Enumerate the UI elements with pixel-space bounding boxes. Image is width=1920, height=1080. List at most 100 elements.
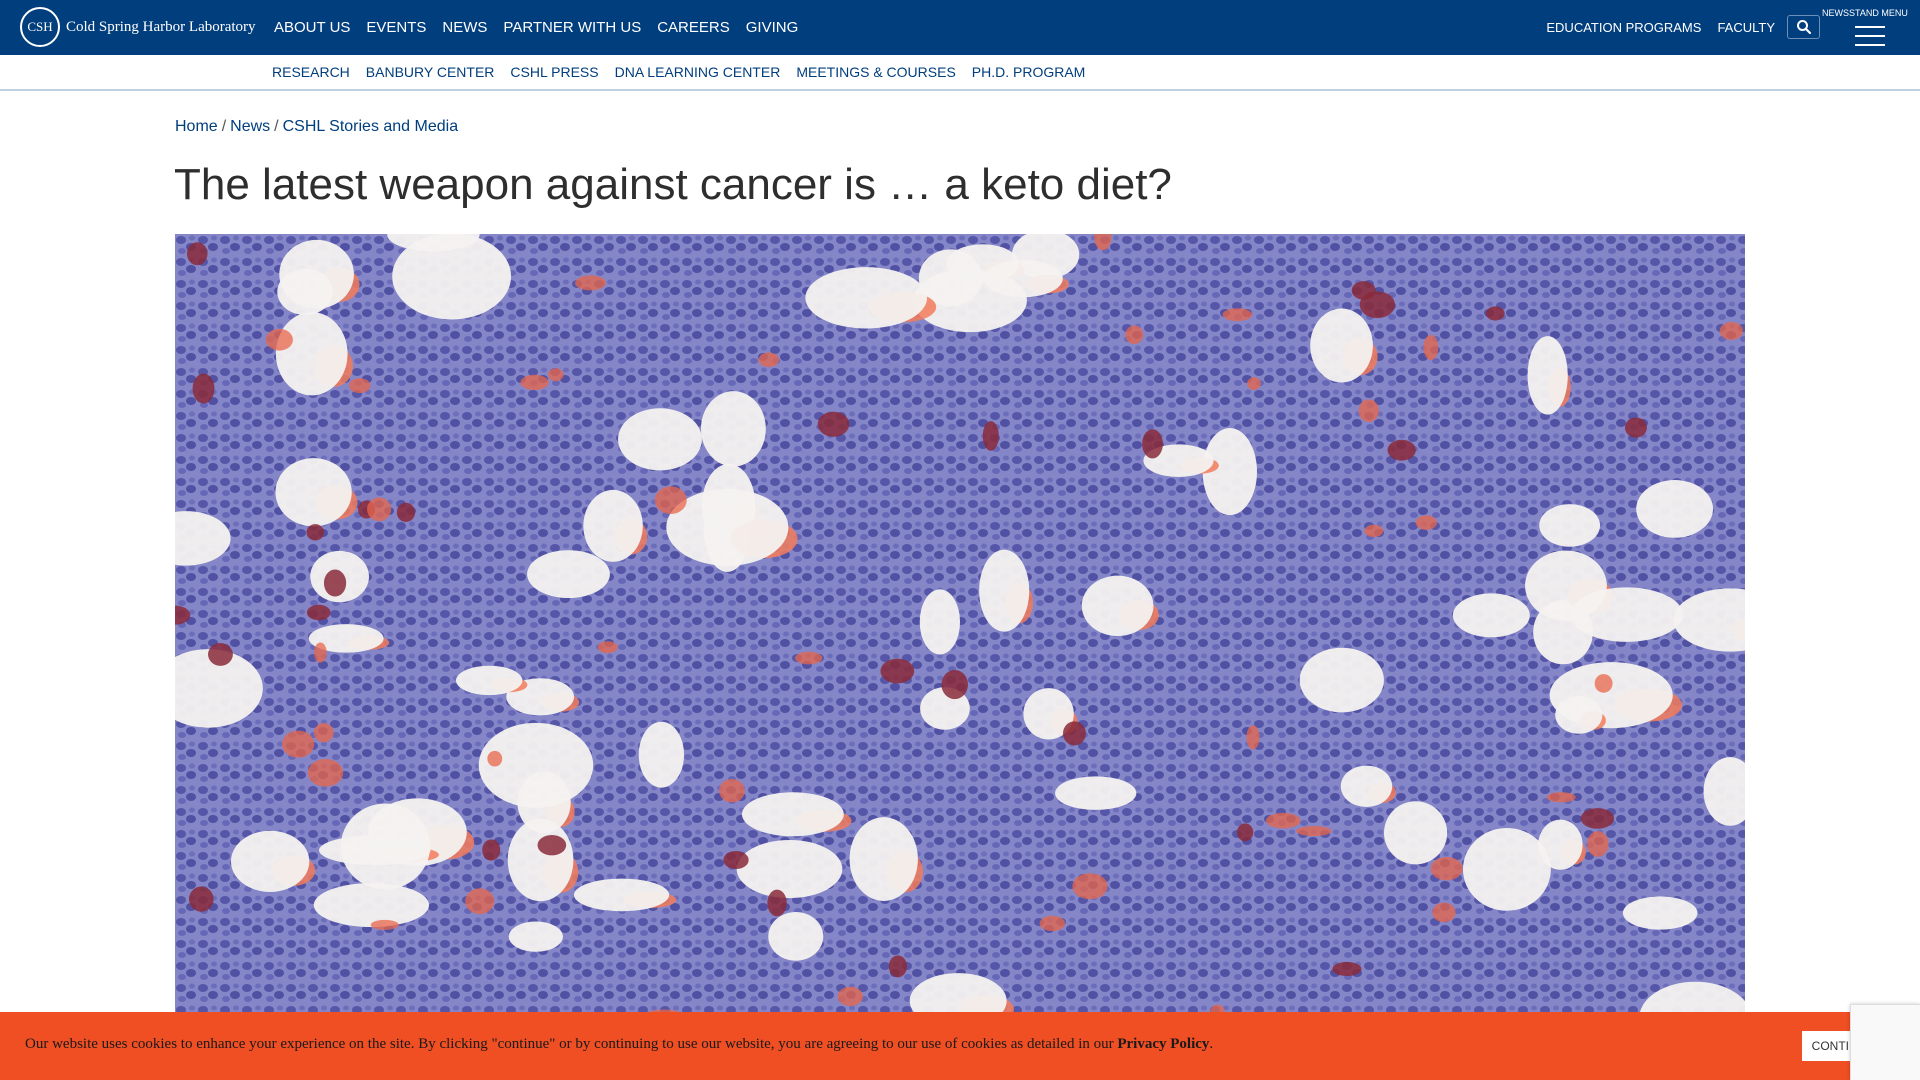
vacuole-spot	[313, 883, 430, 927]
vacuole-spot	[741, 792, 844, 837]
dark-cell-spot	[941, 669, 969, 700]
pink-cell-spot	[367, 497, 392, 522]
vacuole-spot	[583, 489, 643, 562]
pink-cell-spot	[313, 723, 334, 743]
dark-cell-spot	[306, 524, 325, 541]
dark-cell-spot	[192, 373, 215, 404]
dark-cell-spot	[1580, 808, 1615, 829]
nav-giving[interactable]: GIVING	[746, 19, 799, 36]
pink-cell-spot	[1430, 856, 1463, 881]
dark-cell-spot	[1142, 429, 1163, 459]
breadcrumb-news[interactable]: News	[230, 118, 270, 135]
newsstand-menu-label: NEWSSTAND MENU	[1822, 8, 1908, 18]
pink-cell-spot	[1246, 725, 1260, 750]
vacuole-spot	[700, 391, 766, 467]
search-icon	[1796, 20, 1811, 35]
cookie-message: Our website uses cookies to enhance your…	[25, 1036, 1213, 1053]
pink-cell-spot	[795, 651, 823, 665]
nav-events[interactable]: EVENTS	[366, 19, 426, 36]
dark-cell-spot	[306, 604, 331, 621]
pink-cell-spot	[1265, 812, 1301, 829]
pink-cell-spot	[548, 368, 564, 382]
pink-cell-spot	[654, 486, 687, 515]
vacuole-spot	[638, 721, 685, 788]
vacuole-spot	[1527, 336, 1568, 415]
subnav-meetings-courses[interactable]: MEETINGS & COURSES	[796, 64, 955, 80]
hamburger-icon[interactable]	[1855, 26, 1885, 46]
nav-news[interactable]: NEWS	[442, 19, 487, 36]
subnav-cshl-press[interactable]: CSHL PRESS	[510, 64, 598, 80]
vacuole-spot	[1055, 776, 1137, 810]
vacuole-spot	[1636, 480, 1714, 538]
dark-cell-spot	[1332, 961, 1362, 977]
pink-cell-spot	[1423, 334, 1439, 361]
top-navigation: CSH Cold Spring Harbor Laboratory ABOUT …	[0, 0, 1920, 55]
breadcrumb-home[interactable]: Home	[175, 118, 218, 135]
vacuole-spot	[507, 818, 574, 902]
subnav-phd-program[interactable]: PH.D. PROGRAM	[972, 64, 1086, 80]
vacuole-spot	[527, 550, 610, 599]
vacuole-spot	[1622, 896, 1698, 930]
vacuole-spot	[1539, 504, 1601, 547]
vacuole-spot	[1340, 765, 1393, 808]
pink-cell-spot	[1222, 308, 1253, 322]
logo-seal-icon: CSH	[20, 7, 60, 47]
breadcrumb: Home / News / CSHL Stories and Media	[175, 118, 458, 136]
subnav-research[interactable]: RESEARCH	[272, 64, 350, 80]
subnav-dna-learning-center[interactable]: DNA LEARNING CENTER	[615, 64, 781, 80]
dark-cell-spot	[396, 502, 416, 523]
nav-about-us[interactable]: ABOUT US	[274, 19, 350, 36]
pink-cell-spot	[1587, 831, 1609, 857]
pink-cell-spot	[758, 352, 780, 368]
pink-cell-spot	[1432, 902, 1456, 923]
vacuole-spot	[230, 830, 310, 892]
breadcrumb-separator: /	[274, 118, 279, 135]
pink-cell-spot	[1594, 674, 1613, 693]
secondary-navigation: RESEARCH BANBURY CENTER CSHL PRESS DNA L…	[0, 55, 1920, 91]
nav-careers[interactable]: CAREERS	[657, 19, 730, 36]
dark-cell-spot	[323, 569, 347, 597]
utility-nav: EDUCATION PROGRAMS FACULTY	[1546, 0, 1775, 55]
pink-cell-spot	[314, 642, 327, 663]
vacuole-spot	[1383, 801, 1448, 865]
vacuole-spot	[455, 665, 523, 696]
sub-nav: RESEARCH BANBURY CENTER CSHL PRESS DNA L…	[272, 55, 1085, 89]
pink-cell-spot	[1719, 322, 1743, 340]
vacuole-spot	[1299, 647, 1384, 713]
breadcrumb-cshl-stories[interactable]: CSHL Stories and Media	[283, 118, 459, 135]
nav-education-programs[interactable]: EDUCATION PROGRAMS	[1546, 20, 1701, 35]
dark-cell-spot	[817, 411, 850, 437]
vacuole-spot	[736, 839, 843, 899]
vacuole-spot	[919, 589, 961, 655]
dark-cell-spot	[482, 839, 501, 861]
privacy-policy-link[interactable]: Privacy Policy	[1117, 1036, 1209, 1052]
pink-cell-spot	[597, 641, 618, 654]
dark-cell-spot	[767, 889, 787, 917]
cshl-logo[interactable]: CSH Cold Spring Harbor Laboratory	[20, 6, 256, 48]
dark-cell-spot	[888, 955, 907, 978]
pink-cell-spot	[348, 378, 371, 394]
vacuole-spot	[983, 259, 1063, 298]
dark-cell-spot	[208, 643, 233, 666]
pink-cell-spot	[1415, 515, 1437, 530]
nav-faculty[interactable]: FACULTY	[1717, 20, 1775, 35]
micrograph-illustration	[175, 234, 1745, 1080]
pink-cell-spot	[1296, 825, 1332, 837]
search-button[interactable]	[1787, 15, 1820, 39]
vacuole-spot	[1081, 575, 1154, 637]
subnav-banbury-center[interactable]: BANBURY CENTER	[366, 64, 495, 80]
vacuole-spot	[275, 458, 352, 527]
pink-cell-spot	[282, 730, 315, 758]
dark-cell-spot	[1359, 291, 1395, 319]
nav-partner-with-us[interactable]: PARTNER WITH US	[503, 19, 641, 36]
vacuole-spot	[805, 267, 928, 329]
vacuole-spot	[573, 878, 670, 912]
dark-cell-spot	[1485, 306, 1505, 321]
pink-cell-spot	[1358, 399, 1379, 422]
pink-cell-spot	[1546, 792, 1576, 803]
pink-cell-spot	[465, 888, 495, 915]
pink-cell-spot	[1039, 915, 1066, 932]
pink-cell-spot	[1072, 873, 1108, 900]
pink-cell-spot	[575, 275, 606, 291]
dark-cell-spot	[1624, 417, 1647, 438]
